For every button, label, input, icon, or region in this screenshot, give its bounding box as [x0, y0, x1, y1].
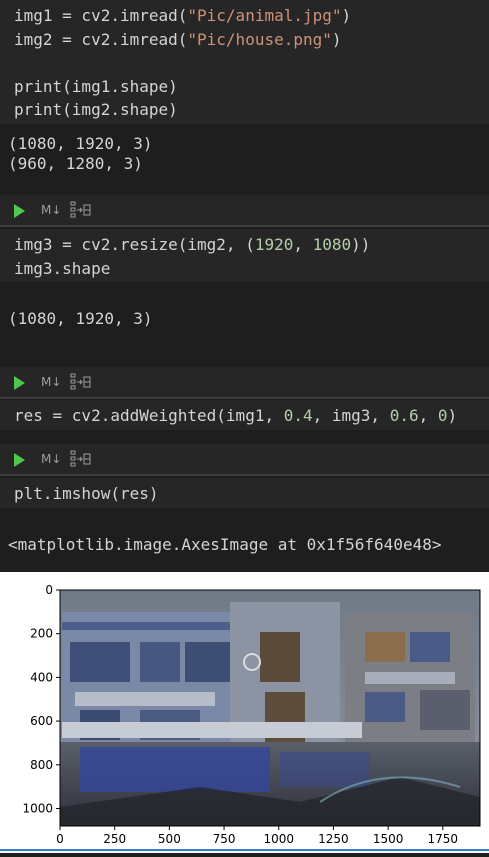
split-cell-icon[interactable] [70, 372, 92, 392]
y-tick-label: 0 [45, 583, 53, 597]
cell-4-toolbar: M↓ [0, 444, 489, 476]
code-cell-1[interactable]: img1 = cv2.imread("Pic/animal.jpg") img2 … [0, 0, 489, 124]
run-cell-button[interactable] [10, 371, 34, 395]
code-token: img3 = cv2.resize(img2, ( [14, 235, 255, 254]
code-token-str: "Pic/animal.jpg" [187, 6, 342, 25]
x-tick-label: 1250 [318, 832, 349, 846]
x-tick-label: 1500 [373, 832, 404, 846]
markdown-toggle[interactable]: M↓ [41, 203, 61, 217]
code-cell-3[interactable]: res = cv2.addWeighted(img1, 0.4, img3, 0… [0, 400, 489, 430]
split-cell-icon[interactable] [70, 200, 92, 220]
split-cell-icon[interactable] [70, 449, 92, 469]
code-token-str: "Pic/house.png" [187, 29, 332, 49]
code-line: plt.imshow(res) [14, 482, 475, 506]
output-line: (960, 1280, 3) [8, 154, 143, 173]
code-line: img1 = cv2.imread("Pic/animal.jpg") [14, 4, 475, 28]
x-tick-label: 500 [158, 832, 181, 846]
code-token: print(img1.shape) [14, 76, 178, 96]
x-tick-label: 1000 [263, 832, 294, 846]
x-axis: 0 250 500 750 1000 1250 1500 1750 [56, 826, 458, 846]
x-tick-label: 750 [213, 832, 236, 846]
run-cell-button[interactable] [10, 199, 34, 223]
code-token-num: 0.6 [389, 406, 419, 425]
code-line: img3 = cv2.resize(img2, (1920, 1080)) [14, 233, 475, 257]
code-token: ) [447, 406, 458, 425]
code-token: )) [351, 235, 371, 254]
cell-focus-border [0, 849, 489, 851]
code-token: res = cv2.addWeighted(img1, [14, 406, 284, 425]
code-line: img2 = cv2.imread("Pic/house.png") [14, 28, 475, 52]
code-line: img3.shape [14, 257, 475, 281]
markdown-toggle[interactable]: M↓ [41, 375, 61, 389]
cell-1-output: (1080, 1920, 3) (960, 1280, 3) [8, 134, 153, 174]
y-tick-label: 800 [30, 758, 53, 772]
run-cell-icon [14, 204, 25, 218]
code-token-num: 0.4 [283, 406, 313, 425]
y-tick-label: 1000 [22, 802, 53, 816]
code-token: img2 = cv2.imread( [14, 29, 188, 49]
cell-4-output: <matplotlib.image.AxesImage at 0x1f56f64… [8, 535, 441, 555]
markdown-toggle[interactable]: M↓ [41, 452, 61, 466]
x-tick-label: 0 [56, 832, 64, 846]
output-line: <matplotlib.image.AxesImage at 0x1f56f64… [8, 535, 442, 554]
code-token: ) [341, 6, 352, 25]
y-tick-label: 600 [30, 714, 53, 728]
output-line: (1080, 1920, 3) [8, 309, 153, 328]
code-token: print(img2.shape) [14, 100, 178, 119]
code-token: img1 = cv2.imread( [14, 6, 188, 25]
y-tick-label: 400 [30, 670, 53, 684]
imshow-figure: 0 200 400 600 800 1000 0 250 500 750 1000 1250 1500… [22, 583, 481, 846]
code-token: , img3, [312, 406, 390, 425]
code-token: plt.imshow(res) [14, 484, 159, 503]
cell-2-output: (1080, 1920, 3) [8, 309, 153, 329]
code-token: , [293, 235, 313, 254]
plot-output: 0 200 400 600 800 1000 0 250 500 750 1000 1250 1500… [0, 572, 489, 853]
code-token-num: 1920 [254, 235, 294, 254]
y-axis: 0 200 400 600 800 1000 [22, 583, 60, 816]
code-cell-2[interactable]: img3 = cv2.resize(img2, (1920, 1080)) img… [0, 229, 489, 282]
y-tick-label: 200 [30, 627, 53, 641]
code-token: , [418, 406, 438, 425]
run-cell-icon [14, 376, 25, 390]
code-token-num: 1080 [312, 235, 352, 254]
code-token-num: 0 [437, 406, 448, 425]
code-line: print(img2.shape) [14, 98, 475, 122]
x-tick-label: 250 [103, 832, 126, 846]
code-line: res = cv2.addWeighted(img1, 0.4, img3, 0… [14, 404, 475, 428]
output-line: (1080, 1920, 3) [8, 134, 153, 153]
code-line: print(img1.shape) [14, 75, 475, 99]
run-cell-icon [14, 453, 25, 467]
cell-2-toolbar: M↓ [0, 195, 489, 227]
code-cell-4[interactable]: plt.imshow(res) [0, 478, 489, 508]
house-image [60, 590, 480, 826]
code-token: ) [331, 29, 342, 49]
x-tick-label: 1750 [428, 832, 459, 846]
cell-3-toolbar: M↓ [0, 367, 489, 399]
run-cell-button[interactable] [10, 448, 34, 472]
code-token: img3.shape [14, 258, 111, 278]
